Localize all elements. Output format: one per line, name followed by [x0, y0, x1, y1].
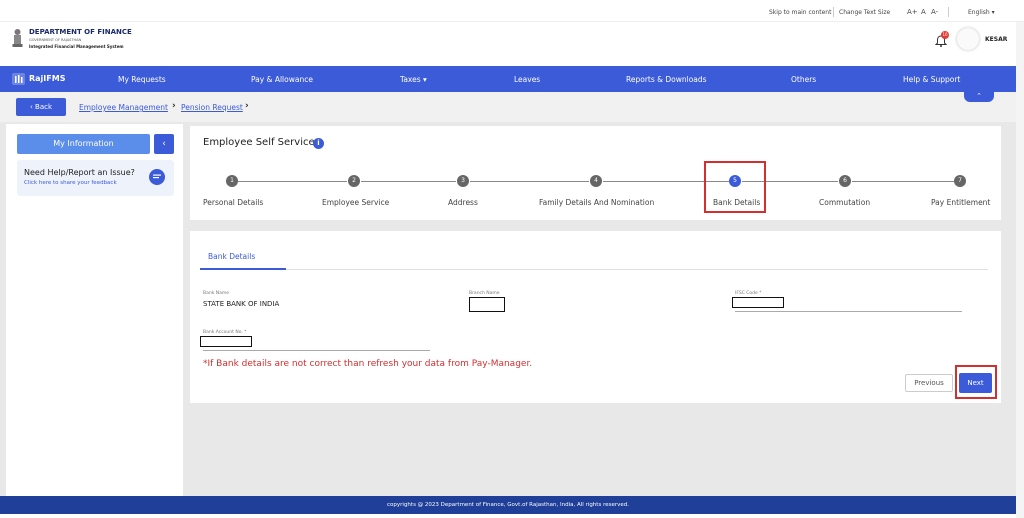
nav-my-requests[interactable]: My Requests	[118, 75, 166, 84]
step-2-label: Employee Service	[322, 198, 390, 207]
step-3-label: Address	[448, 198, 478, 207]
top-utility-bar: Skip to main content Change Text Size A+…	[0, 0, 1024, 22]
tab-rule	[200, 269, 988, 270]
account-no-label: Bank Account No. *	[203, 330, 247, 335]
step-7-marker[interactable]: 7	[954, 175, 966, 187]
step-highlight-box	[704, 161, 766, 213]
feedback-link[interactable]: Click here to share your feedback	[24, 180, 117, 186]
tab-active-indicator	[200, 268, 286, 270]
step-6-marker[interactable]: 6	[839, 175, 851, 187]
chevron-up-icon[interactable]: ⌃	[964, 92, 994, 102]
bank-details-card	[190, 231, 1001, 403]
nav-help-support[interactable]: Help & Support	[903, 75, 960, 84]
divider	[948, 7, 949, 17]
step-4-marker[interactable]: 4	[590, 175, 602, 187]
back-button[interactable]: ‹ Back	[16, 98, 66, 116]
divider	[833, 7, 834, 17]
avatar[interactable]	[957, 28, 979, 50]
bank-name-value: STATE BANK OF INDIA	[203, 300, 280, 308]
account-no-field	[200, 336, 252, 347]
system-name: Integrated Financial Management System	[29, 44, 124, 49]
text-size-label: Change Text Size	[839, 9, 891, 16]
step-1-marker[interactable]: 1	[226, 175, 238, 187]
chat-icon	[149, 169, 165, 185]
scrollbar[interactable]	[1016, 22, 1024, 518]
bank-warning-text: *If Bank details are not correct than re…	[203, 359, 533, 369]
nav-reports-downloads[interactable]: Reports & Downloads	[626, 75, 707, 84]
step-connector	[238, 181, 347, 182]
bank-name-label: Bank Name	[203, 291, 230, 296]
notification-badge: 10	[941, 31, 949, 39]
tab-bank-details[interactable]: Bank Details	[208, 252, 255, 261]
step-4-label: Family Details And Nomination	[539, 198, 655, 207]
step-2-marker[interactable]: 2	[348, 175, 360, 187]
username[interactable]: KESAR	[985, 36, 1007, 43]
step-3-marker[interactable]: 3	[457, 175, 469, 187]
my-information-button[interactable]: My Information	[17, 134, 150, 154]
step-connector	[852, 181, 954, 182]
nav-pay-allowance[interactable]: Pay & Allowance	[251, 75, 313, 84]
increase-text-button[interactable]: A+	[907, 8, 918, 16]
page-title: Employee Self Service	[203, 137, 315, 148]
state-emblem-icon	[12, 29, 23, 47]
site-header: DEPARTMENT OF FINANCE GOVERNMENT OF RAJA…	[0, 22, 1024, 66]
main-nav: RajIFMS My Requests Pay & Allowance Taxe…	[0, 66, 1016, 92]
step-connector	[470, 181, 589, 182]
breadcrumb-pension-request[interactable]: Pension Request	[181, 103, 243, 112]
brand-name[interactable]: RajIFMS	[29, 74, 65, 83]
branch-name-field	[469, 297, 505, 312]
branch-name-label: Branch Name	[469, 291, 500, 296]
nav-others[interactable]: Others	[791, 75, 816, 84]
ifsc-field-underline	[735, 311, 962, 312]
dept-subtitle: GOVERNMENT OF RAJASTHAN	[29, 38, 82, 42]
normal-text-button[interactable]: A	[921, 8, 926, 16]
breadcrumb-employee-management[interactable]: Employee Management	[79, 103, 168, 112]
account-field-underline	[203, 350, 430, 351]
next-highlight-box	[955, 365, 997, 399]
chevron-right-icon: ›	[245, 101, 249, 111]
ifsc-code-field	[732, 297, 784, 308]
chevron-right-icon: ›	[172, 101, 176, 111]
previous-button[interactable]: Previous	[905, 374, 953, 392]
step-connector	[361, 181, 456, 182]
dept-title: DEPARTMENT OF FINANCE	[29, 28, 132, 36]
nav-leaves[interactable]: Leaves	[514, 75, 540, 84]
help-title: Need Help/Report an Issue?	[24, 168, 135, 177]
rajifms-logo-icon	[12, 73, 25, 85]
step-7-label: Pay Entitlement	[931, 198, 991, 207]
nav-taxes[interactable]: Taxes ▾	[400, 75, 427, 84]
footer: copyrights @ 2023 Department of Finance,…	[0, 496, 1016, 514]
step-1-label: Personal Details	[203, 198, 264, 207]
collapse-sidebar-button[interactable]: ‹	[154, 134, 174, 154]
language-select[interactable]: English ▾	[968, 9, 995, 16]
step-6-label: Commutation	[819, 198, 871, 207]
ifsc-code-label: IFSC Code *	[735, 291, 762, 296]
skip-link[interactable]: Skip to main content	[769, 9, 831, 16]
info-icon[interactable]: i	[313, 138, 324, 149]
decrease-text-button[interactable]: A-	[931, 8, 938, 16]
